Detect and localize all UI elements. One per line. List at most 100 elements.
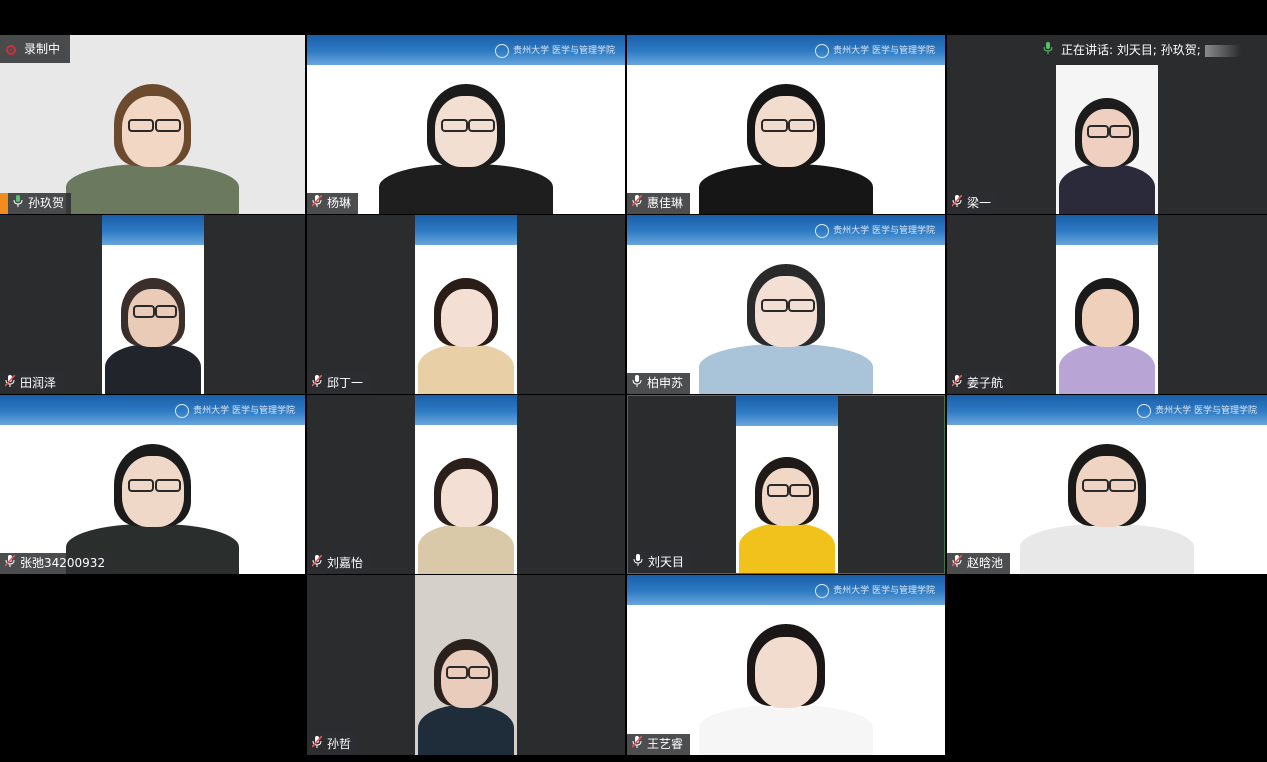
- participant-tile[interactable]: 贵州大学 医学与管理学院 柏申苏: [627, 215, 945, 394]
- participant-name-tag: 赵晗池: [947, 553, 1011, 574]
- participant-name-tag: 姜子航: [947, 373, 1011, 394]
- participant-name: 邱丁一: [327, 376, 364, 390]
- mic-muted-icon[interactable]: [631, 193, 643, 214]
- participant-name: 刘天目: [648, 555, 685, 569]
- speaking-label: 正在讲话: 刘天目; 孙玖贺;: [1061, 43, 1201, 57]
- participant-name-tag: 梁一: [947, 193, 999, 214]
- participant-name: 孙哲: [327, 737, 352, 751]
- mic-muted-icon[interactable]: [311, 193, 323, 214]
- meeting-top-bar: [0, 0, 1267, 34]
- participant-body: [1058, 343, 1156, 394]
- participant-figure: [102, 215, 204, 394]
- participant-name: 柏申苏: [647, 376, 684, 390]
- participant-video: 贵州大学 医学与管理学院: [0, 395, 305, 574]
- participant-figure: [947, 395, 1267, 574]
- mic-icon[interactable]: [631, 373, 643, 394]
- participant-body: [417, 523, 515, 574]
- participant-figure: [627, 215, 945, 394]
- participant-tile[interactable]: 刘嘉怡: [307, 395, 625, 574]
- glasses-icon: [441, 118, 468, 132]
- participant-name: 孙玖贺: [28, 196, 65, 210]
- glasses-icon: [468, 665, 491, 679]
- participant-tile[interactable]: 贵州大学 医学与管理学院 赵晗池: [947, 395, 1267, 574]
- glasses-icon: [154, 478, 182, 492]
- participant-tile[interactable]: 贵州大学 医学与管理学院 张弛34200932: [0, 395, 305, 574]
- participant-tile[interactable]: 田润泽: [0, 215, 305, 394]
- participant-body: [1058, 163, 1156, 214]
- participant-face: [761, 467, 813, 527]
- participant-face: [1076, 456, 1138, 528]
- participant-face: [755, 96, 817, 168]
- mic-icon[interactable]: [12, 193, 24, 214]
- participant-figure: [415, 575, 517, 755]
- glasses-icon: [761, 298, 788, 312]
- participant-figure: [307, 35, 625, 214]
- recording-indicator[interactable]: 录制中: [0, 35, 71, 63]
- participant-tile[interactable]: 孙玖贺 录制中: [0, 35, 305, 214]
- participant-name-tag: 孙玖贺: [0, 193, 72, 214]
- participant-figure: [415, 395, 517, 574]
- participant-figure: [627, 575, 945, 755]
- mic-muted-icon[interactable]: [951, 553, 963, 574]
- mic-muted-icon[interactable]: [311, 734, 323, 755]
- participant-name-tag: 刘嘉怡: [307, 553, 371, 574]
- participant-name-tag: 杨琳: [307, 193, 359, 214]
- participant-tile[interactable]: 刘天目: [627, 395, 945, 574]
- participant-face: [435, 96, 497, 168]
- mic-muted-icon[interactable]: [951, 193, 963, 214]
- participant-name: 姜子航: [967, 376, 1004, 390]
- participant-tile[interactable]: 姜子航: [947, 215, 1267, 394]
- mic-muted-icon[interactable]: [951, 373, 963, 394]
- participant-figure: [736, 396, 838, 573]
- participant-tile[interactable]: 贵州大学 医学与管理学院 杨琳: [307, 35, 625, 214]
- participant-face: [755, 276, 817, 348]
- participant-face: [755, 636, 817, 709]
- video-grid: 孙玖贺 录制中 贵州大学 医学与管理学院 杨琳 贵州大学 医学与管理学院 惠佳琳 梁一 正在讲…: [0, 35, 1267, 757]
- participant-face: [127, 288, 179, 348]
- participant-name: 杨琳: [327, 196, 352, 210]
- glasses-icon: [761, 118, 788, 132]
- mic-muted-icon[interactable]: [4, 553, 16, 574]
- participant-name: 梁一: [967, 196, 992, 210]
- participant-video: 贵州大学 医学与管理学院: [627, 575, 945, 755]
- participant-tile[interactable]: 孙哲: [307, 575, 625, 755]
- participant-face: [440, 468, 492, 528]
- participant-name: 王艺睿: [647, 737, 684, 751]
- participant-name: 刘嘉怡: [327, 556, 364, 570]
- mic-icon[interactable]: [632, 552, 644, 573]
- participant-tile[interactable]: 梁一 正在讲话: 刘天目; 孙玖贺;: [947, 35, 1267, 214]
- glasses-icon: [788, 298, 815, 312]
- glasses-icon: [154, 118, 182, 132]
- participant-name-tag: 王艺睿: [627, 734, 691, 755]
- participant-body: [699, 704, 873, 755]
- mic-muted-icon[interactable]: [631, 734, 643, 755]
- glasses-icon: [766, 484, 789, 498]
- participant-face: [121, 96, 184, 168]
- participant-figure: [0, 395, 305, 574]
- participant-video: [415, 575, 517, 755]
- glasses-icon: [155, 305, 178, 319]
- participant-name-tag: 柏申苏: [627, 373, 691, 394]
- participant-body: [65, 163, 240, 214]
- participant-body: [699, 163, 873, 214]
- participant-tile[interactable]: 贵州大学 医学与管理学院 惠佳琳: [627, 35, 945, 214]
- glasses-icon: [127, 118, 154, 132]
- glasses-icon: [1086, 125, 1109, 139]
- participant-name: 田润泽: [20, 376, 57, 390]
- participant-tile[interactable]: 邱丁一: [307, 215, 625, 394]
- participant-body: [417, 343, 515, 394]
- participant-tile[interactable]: 贵州大学 医学与管理学院 王艺睿: [627, 575, 945, 755]
- participant-name-tag: 张弛34200932: [0, 553, 113, 574]
- mic-muted-icon[interactable]: [4, 373, 16, 394]
- mic-muted-icon[interactable]: [311, 373, 323, 394]
- participant-name-tag: 孙哲: [307, 734, 359, 755]
- participant-body: [738, 522, 836, 573]
- participant-figure: [1056, 215, 1158, 394]
- participant-body: [104, 343, 202, 394]
- record-icon: [6, 44, 16, 55]
- mic-muted-icon[interactable]: [311, 553, 323, 574]
- participant-video: 贵州大学 医学与管理学院: [627, 35, 945, 214]
- participant-face: [1081, 108, 1133, 168]
- participant-figure: [627, 35, 945, 214]
- glasses-icon: [788, 118, 815, 132]
